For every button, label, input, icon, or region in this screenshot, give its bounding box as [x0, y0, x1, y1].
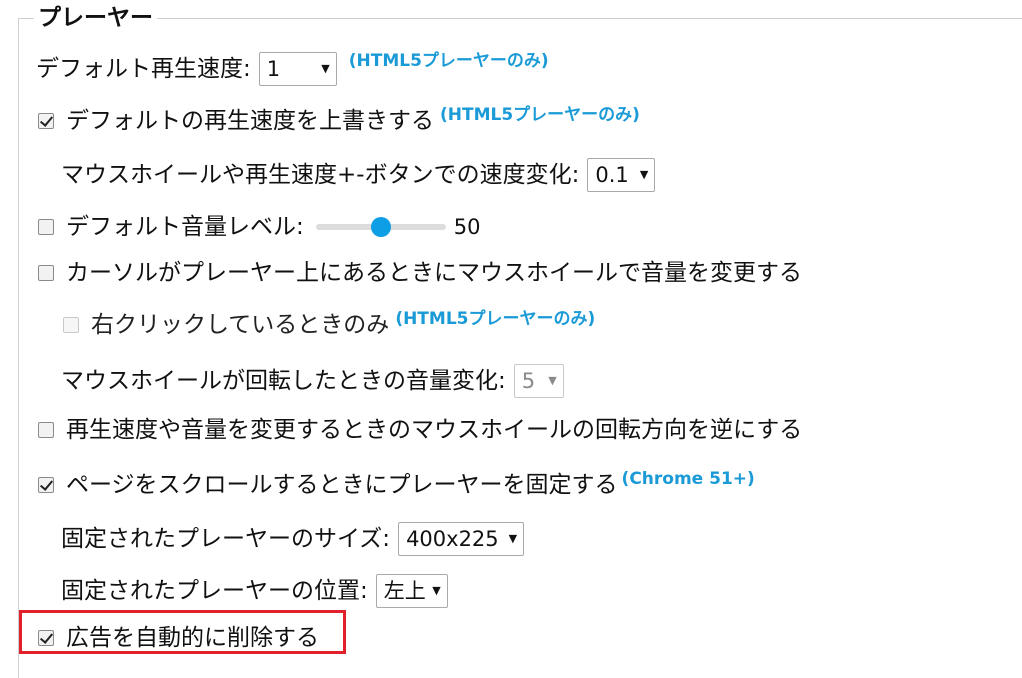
- pinned-position-label: 固定されたプレーヤーの位置:: [61, 578, 368, 604]
- chevron-down-icon: ▼: [508, 532, 518, 545]
- right-click-only-row: 右クリックしているときのみ (HTML5プレーヤーのみ): [63, 309, 595, 340]
- html5-only-note: (HTML5プレーヤーのみ): [348, 51, 549, 71]
- speed-step-row: マウスホイールや再生速度+-ボタンでの速度変化: 0.1 ▼: [61, 158, 656, 192]
- pinned-position-row: 固定されたプレーヤーの位置: 左上 ▼: [61, 574, 448, 608]
- default-volume-checkbox[interactable]: [38, 219, 54, 235]
- pin-player-label: ページをスクロールするときにプレーヤーを固定する: [66, 472, 618, 498]
- volume-step-row: マウスホイールが回転したときの音量変化: 5 ▼: [61, 364, 564, 398]
- volume-slider[interactable]: [315, 215, 446, 239]
- pinned-size-label: 固定されたプレーヤーのサイズ:: [61, 526, 391, 552]
- reverse-wheel-label: 再生速度や音量を変更するときのマウスホイールの回転方向を逆にする: [66, 417, 803, 443]
- chevron-down-icon: ▼: [321, 62, 330, 75]
- volume-value: 50: [453, 215, 481, 239]
- default-volume-row: デフォルト音量レベル: 50: [38, 212, 480, 242]
- wheel-volume-row: カーソルがプレーヤー上にあるときにマウスホイールで音量を変更する: [38, 258, 802, 288]
- wheel-volume-label: カーソルがプレーヤー上にあるときにマウスホイールで音量を変更する: [66, 260, 802, 286]
- right-click-only-label: 右クリックしているときのみ: [91, 312, 390, 338]
- default-speed-row: デフォルト再生速度: 1 ▼ (HTML5プレーヤーのみ): [36, 51, 549, 86]
- reverse-wheel-checkbox[interactable]: [38, 422, 54, 438]
- pinned-size-row: 固定されたプレーヤーのサイズ: 400x225 ▼: [61, 522, 525, 556]
- pin-player-checkbox[interactable]: [38, 477, 54, 493]
- volume-step-label: マウスホイールが回転したときの音量変化:: [61, 368, 506, 394]
- chrome-version-note: (Chrome 51+): [621, 469, 755, 489]
- highlight-box: [19, 610, 346, 654]
- speed-step-value: 0.1: [595, 163, 629, 187]
- override-speed-checkbox[interactable]: [38, 113, 54, 129]
- pin-player-row: ページをスクロールするときにプレーヤーを固定する (Chrome 51+): [38, 469, 755, 500]
- reverse-wheel-row: 再生速度や音量を変更するときのマウスホイールの回転方向を逆にする: [38, 415, 802, 445]
- default-speed-select[interactable]: 1 ▼: [258, 52, 337, 86]
- html5-only-note: (HTML5プレーヤーのみ): [395, 309, 596, 329]
- pinned-size-select[interactable]: 400x225 ▼: [398, 522, 525, 556]
- wheel-volume-checkbox[interactable]: [38, 265, 54, 281]
- default-speed-value: 1: [266, 57, 281, 81]
- speed-step-select[interactable]: 0.1 ▼: [587, 158, 656, 192]
- pinned-position-value: 左上: [383, 579, 426, 603]
- volume-step-value: 5: [521, 369, 536, 393]
- override-speed-label: デフォルトの再生速度を上書きする: [66, 108, 434, 134]
- volume-step-select[interactable]: 5 ▼: [513, 364, 564, 398]
- chevron-down-icon: ▼: [639, 168, 649, 181]
- pinned-position-select[interactable]: 左上 ▼: [375, 574, 448, 608]
- default-speed-label: デフォルト再生速度:: [36, 56, 251, 82]
- section-title: プレーヤー: [34, 4, 157, 32]
- pinned-size-value: 400x225: [406, 527, 499, 551]
- chevron-down-icon: ▼: [432, 584, 441, 597]
- html5-only-note: (HTML5プレーヤーのみ): [440, 105, 640, 125]
- chevron-down-icon: ▼: [548, 374, 557, 387]
- right-click-only-checkbox[interactable]: [63, 317, 79, 333]
- volume-slider-thumb[interactable]: [370, 217, 391, 237]
- default-volume-label: デフォルト音量レベル:: [66, 214, 304, 240]
- speed-step-label: マウスホイールや再生速度+-ボタンでの速度変化:: [61, 162, 580, 188]
- override-speed-row: デフォルトの再生速度を上書きする (HTML5プレーヤーのみ): [38, 105, 640, 136]
